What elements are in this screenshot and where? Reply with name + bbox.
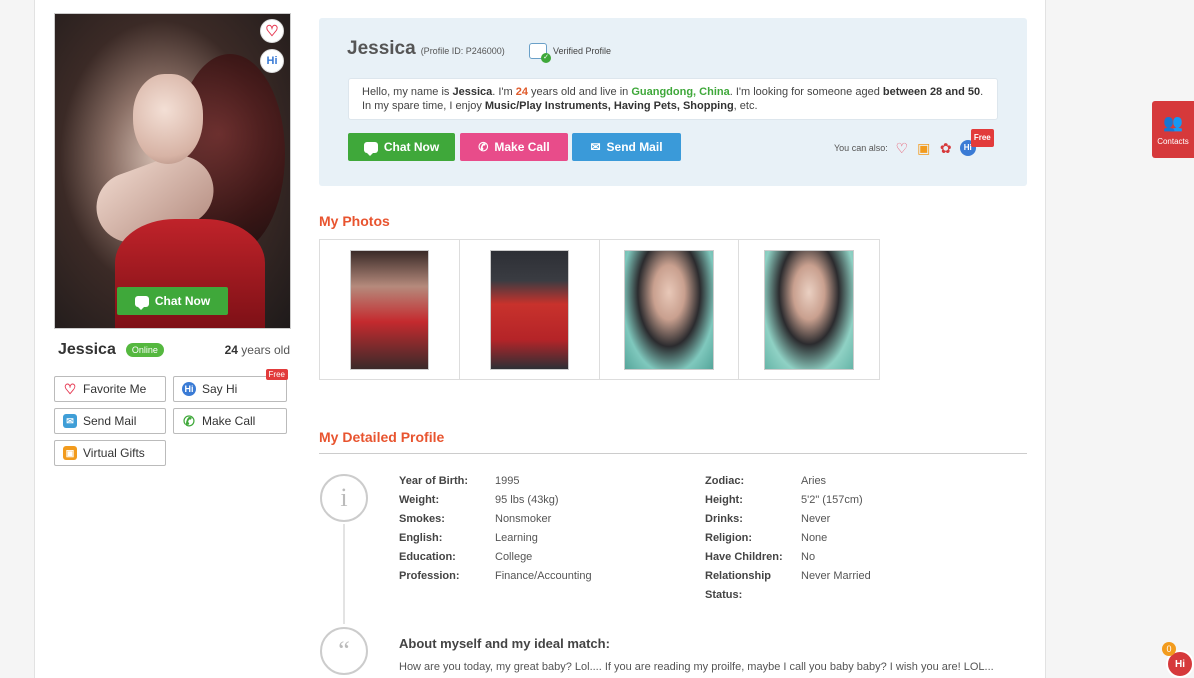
detail-row: Status:: [705, 589, 743, 601]
free-badge: Free: [970, 129, 994, 147]
photo-thumbnail[interactable]: [623, 249, 714, 370]
say-hi-icon[interactable]: Hi: [260, 49, 284, 73]
gift-icon: ▣: [63, 446, 77, 460]
make-call-action-button[interactable]: ✆ Make Call: [460, 133, 568, 161]
contacts-tab[interactable]: 👥 Contacts: [1152, 101, 1194, 158]
intro-title: Jessica (Profile ID: P246000): [347, 38, 505, 60]
profile-name: Jessica: [58, 341, 116, 358]
chat-bubble-icon: [363, 141, 378, 156]
send-mail-action-button[interactable]: ✉ Send Mail: [572, 133, 681, 161]
intro-text: Hello, my name is Jessica. I'm 24 years …: [348, 78, 998, 120]
main-profile-photo[interactable]: ♡ Hi Chat Now: [54, 13, 291, 329]
photo-cell[interactable]: [460, 240, 600, 379]
section-divider: [319, 453, 1027, 454]
intro-panel: Jessica (Profile ID: P246000) Verified P…: [319, 18, 1027, 186]
people-icon: 👥: [1163, 115, 1183, 132]
photo-cell[interactable]: [739, 240, 879, 379]
detail-row: English: Learning: [399, 532, 538, 544]
profile-id: (Profile ID: P246000): [420, 46, 505, 56]
details-left-list: Year of Birth: 1995 Weight: 95 lbs (43kg) …: [399, 472, 592, 586]
quote-icon: “: [320, 627, 368, 675]
detail-row: Smokes: Nonsmoker: [399, 513, 552, 525]
say-hi-button[interactable]: Hi Say Hi Free: [173, 369, 288, 402]
detail-row: Profession: Finance/Accounting: [399, 570, 592, 582]
free-badge: Free: [265, 369, 288, 380]
virtual-gifts-button[interactable]: ▣ Virtual Gifts: [54, 440, 166, 466]
verified-id-card-icon: [529, 43, 551, 63]
photo-cell[interactable]: [600, 240, 740, 379]
info-icon: i: [320, 474, 368, 522]
heart-plus-icon: ♡: [63, 381, 77, 397]
detail-row: Drinks: Never: [705, 513, 831, 525]
mail-icon: ✉: [590, 140, 601, 154]
you-can-also-row: You can also: ♡ ▣ ✿ Hi Free: [834, 129, 994, 156]
phone-icon: ✆: [478, 140, 489, 154]
about-heading: About myself and my ideal match:: [399, 636, 610, 651]
about-text: How are you today, my great baby? Lol...…: [399, 661, 994, 673]
detail-row: Year of Birth: 1995: [399, 475, 520, 487]
intro-name: Jessica: [347, 38, 416, 59]
details-right-list: Zodiac: Aries Height: 5'2" (157cm) Drinks:…: [705, 472, 871, 605]
detail-row: Relationship Never Married: [705, 570, 871, 582]
chat-bubble-icon: [134, 295, 149, 310]
mail-icon: ✉: [63, 414, 77, 428]
gift-icon[interactable]: ▣: [916, 140, 932, 156]
photo-thumbnail[interactable]: [489, 249, 569, 370]
detail-row: Education: College: [399, 551, 533, 563]
detail-row: Height: 5'2" (157cm): [705, 494, 863, 506]
detail-row: Have Children: No: [705, 551, 816, 563]
photo-cell[interactable]: [320, 240, 460, 379]
detail-row: Weight: 95 lbs (43kg): [399, 494, 559, 506]
profile-name-row: Jessica Online 24 years old: [58, 340, 290, 360]
profile-age: 24 years old: [224, 343, 290, 357]
favorite-heart-icon[interactable]: ♡: [894, 140, 910, 156]
chat-now-button[interactable]: Chat Now: [348, 133, 455, 161]
my-photos-heading: My Photos: [319, 213, 390, 229]
online-badge: Online: [125, 343, 164, 357]
phone-icon: ✆: [183, 413, 195, 429]
photo-chat-now-button[interactable]: Chat Now: [117, 287, 228, 315]
detail-row: Zodiac: Aries: [705, 475, 827, 487]
rose-icon[interactable]: ✿: [938, 140, 954, 156]
favorite-me-button[interactable]: ♡ Favorite Me: [54, 376, 166, 402]
verified-profile: Verified Profile: [529, 43, 611, 63]
photo-gallery: [319, 239, 880, 380]
detail-row: Religion: None: [705, 532, 828, 544]
photo-thumbnail[interactable]: [349, 249, 429, 370]
make-call-button[interactable]: ✆ Make Call: [173, 408, 287, 434]
timeline-line: [343, 524, 345, 624]
send-mail-button[interactable]: ✉ Send Mail: [54, 408, 166, 434]
detailed-profile-heading: My Detailed Profile: [319, 429, 445, 445]
photo-thumbnail[interactable]: [764, 249, 855, 370]
hi-icon: Hi: [182, 382, 196, 396]
hi-count-badge: 0: [1162, 642, 1176, 656]
favorite-heart-icon[interactable]: ♡: [260, 19, 284, 43]
say-hi-icon[interactable]: Hi Free: [959, 129, 994, 156]
